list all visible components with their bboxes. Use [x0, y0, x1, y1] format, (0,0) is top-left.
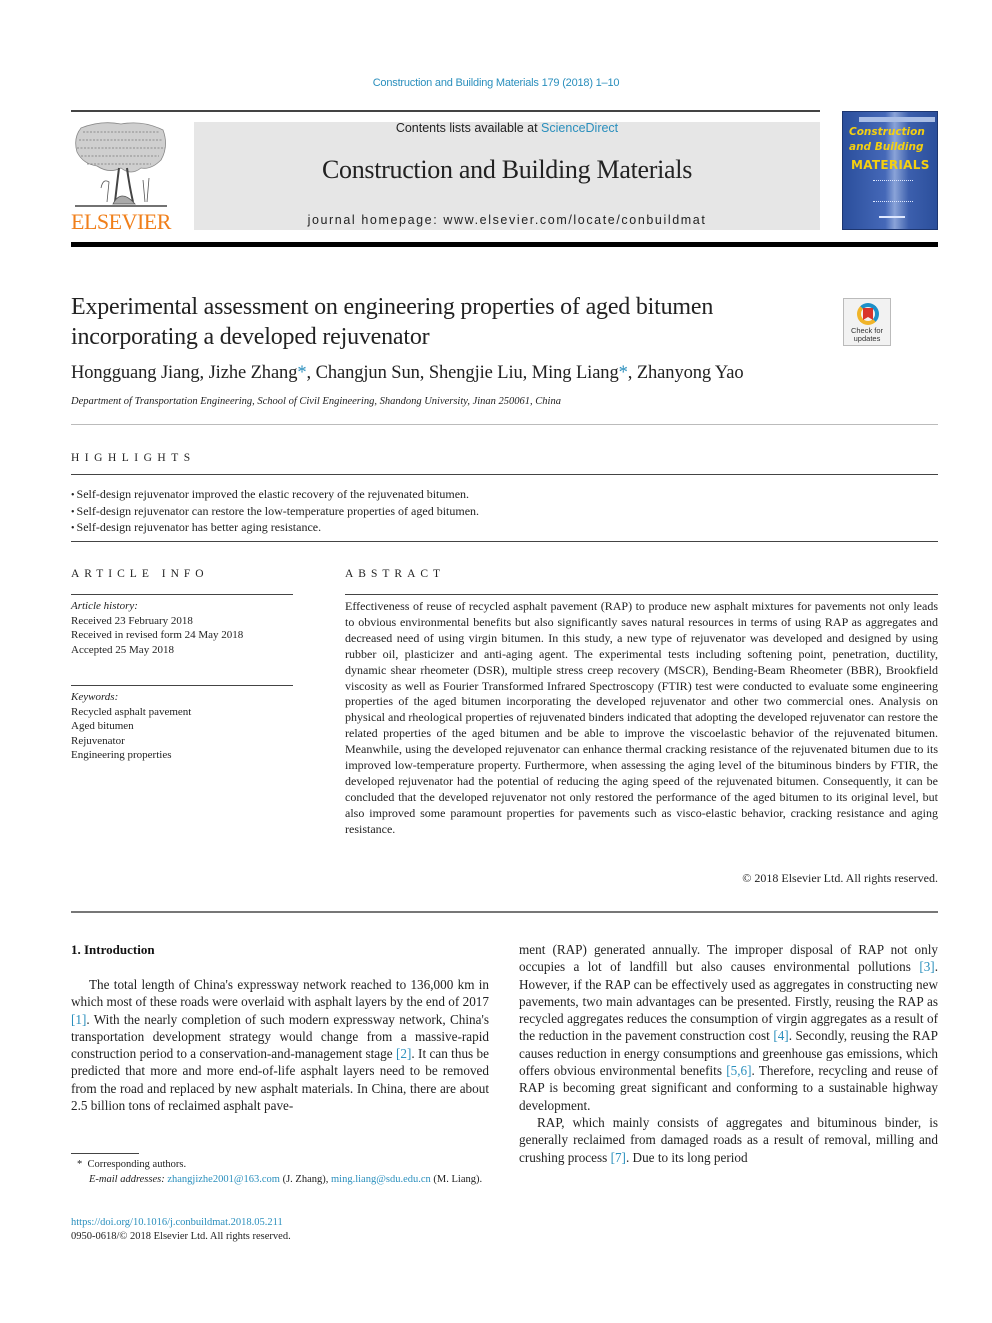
- keywords: Keywords: Recycled asphalt pavement Aged…: [71, 690, 293, 763]
- highlights-bottom-rule: [71, 541, 938, 542]
- keyword: Aged bitumen: [71, 720, 134, 732]
- cover-title-line-2: and Building: [849, 141, 924, 153]
- paragraph: The total length of China's expressway n…: [71, 976, 489, 1114]
- highlights-heading-rule: [71, 474, 938, 475]
- email-link[interactable]: ming.liang@sdu.edu.cn: [331, 1174, 431, 1185]
- abstract-text: Effectiveness of reuse of recycled aspha…: [345, 599, 938, 836]
- cover-footer: [879, 216, 905, 218]
- body-separator-rule: [71, 911, 938, 913]
- citation-link[interactable]: [4]: [773, 1028, 788, 1043]
- text-run: ment (RAP) generated annually. The impro…: [519, 942, 938, 975]
- author-name[interactable]: Hongguang Jiang: [71, 363, 200, 383]
- tree-icon: [75, 122, 167, 207]
- journal-cover-thumbnail[interactable]: Construction and Building MATERIALS: [842, 111, 938, 230]
- article-history-label: Article history:: [71, 600, 138, 612]
- article-history: Article history: Received 23 February 20…: [71, 599, 293, 657]
- text-run: The total length of China's expressway n…: [71, 977, 489, 1010]
- check-updates-label-line-2: updates: [853, 334, 881, 343]
- cover-subtitle: [873, 180, 913, 202]
- keywords-label: Keywords:: [71, 691, 119, 703]
- highlight-item: Self-design rejuvenator has better aging…: [71, 520, 938, 537]
- cover-header-strip: [859, 117, 935, 122]
- footnotes: * Corresponding authors. E-mail addresse…: [71, 1157, 491, 1187]
- abstract-copyright: © 2018 Elsevier Ltd. All rights reserved…: [742, 871, 938, 885]
- citation-link[interactable]: [2]: [396, 1046, 411, 1061]
- author-name[interactable]: Shengjie Liu: [429, 363, 523, 383]
- highlights-list: Self-design rejuvenator improved the ela…: [71, 487, 938, 537]
- header-thick-rule: [71, 242, 938, 247]
- email-footnote: E-mail addresses: zhangjizhe2001@163.com…: [71, 1172, 491, 1187]
- author-name[interactable]: Zhanyong Yao: [637, 363, 744, 383]
- journal-reference-link[interactable]: Construction and Building Materials 179 …: [0, 77, 992, 89]
- elsevier-wordmark: ELSEVIER: [71, 209, 171, 234]
- email-link[interactable]: zhangjizhe2001@163.com: [167, 1174, 280, 1185]
- cover-title-line-1: Construction: [849, 126, 925, 138]
- issn-copyright: 0950-0618/© 2018 Elsevier Ltd. All right…: [71, 1231, 291, 1242]
- text-run: . Due to its long period: [625, 1149, 748, 1165]
- corresponding-author-marker[interactable]: *: [619, 363, 628, 383]
- footnote-rule: [71, 1153, 139, 1154]
- footnote-text: Corresponding authors.: [87, 1159, 187, 1170]
- paragraph: ment (RAP) generated annually. The impro…: [519, 941, 938, 1114]
- article-title: Experimental assessment on engineering p…: [71, 294, 714, 350]
- journal-homepage-line: journal homepage: www.elsevier.com/locat…: [194, 213, 820, 227]
- author-name[interactable]: Jizhe Zhang: [209, 363, 298, 383]
- abstract-rule: [345, 594, 938, 595]
- keyword: Engineering properties: [71, 749, 172, 761]
- cover-title-line-3: MATERIALS: [851, 158, 930, 172]
- email-owner: (M. Liang).: [430, 1174, 483, 1185]
- highlight-item: Self-design rejuvenator improved the ela…: [71, 487, 938, 504]
- email-label: E-mail addresses:: [89, 1174, 165, 1185]
- keyword: Rejuvenator: [71, 734, 125, 747]
- author-name[interactable]: Changjun Sun: [316, 363, 420, 383]
- body-column-right: ment (RAP) generated annually. The impro…: [519, 941, 938, 1166]
- header-top-rule: [71, 110, 820, 112]
- check-updates-label: Check for updates: [844, 327, 890, 343]
- affiliation: Department of Transportation Engineering…: [71, 396, 561, 407]
- keyword: Recycled asphalt pavement: [71, 705, 192, 718]
- keywords-rule: [71, 685, 293, 686]
- email-owner: (J. Zhang),: [279, 1174, 331, 1185]
- author-list: Hongguang Jiang, Jizhe Zhang*, Changjun …: [71, 363, 744, 383]
- article-info-heading: ARTICLE INFO: [71, 568, 209, 580]
- check-for-updates-button[interactable]: Check for updates: [843, 298, 891, 346]
- doi-link[interactable]: https://doi.org/10.1016/j.conbuildmat.20…: [71, 1217, 283, 1228]
- corresponding-author-marker[interactable]: *: [297, 363, 306, 383]
- citation-link[interactable]: [5,6]: [726, 1063, 751, 1078]
- homepage-prefix: journal homepage:: [307, 213, 444, 227]
- highlight-item: Self-design rejuvenator can restore the …: [71, 504, 938, 521]
- citation-link[interactable]: [3]: [919, 959, 934, 974]
- footnote-marker: *: [77, 1159, 83, 1170]
- section-heading-introduction: 1. Introduction: [71, 942, 155, 957]
- body-column-left: The total length of China's expressway n…: [71, 976, 489, 1114]
- journal-title: Construction and Building Materials: [321, 155, 693, 184]
- sciencedirect-link[interactable]: ScienceDirect: [541, 121, 618, 135]
- abstract-heading: ABSTRACT: [345, 568, 446, 580]
- citation-link[interactable]: [7]: [611, 1150, 626, 1165]
- corresponding-footnote: * Corresponding authors.: [71, 1157, 491, 1172]
- article-info-rule: [71, 594, 293, 595]
- contents-available-line: Contents lists available at ScienceDirec…: [194, 121, 820, 135]
- homepage-url[interactable]: www.elsevier.com/locate/conbuildmat: [443, 213, 706, 227]
- doi-block: https://doi.org/10.1016/j.conbuildmat.20…: [71, 1216, 491, 1244]
- author-name[interactable]: Ming Liang: [532, 363, 619, 383]
- contents-prefix: Contents lists available at: [395, 121, 542, 135]
- paragraph: RAP, which mainly consists of aggregates…: [519, 1114, 938, 1166]
- history-entry: Received 23 February 2018: [71, 614, 193, 627]
- citation-link[interactable]: [1]: [71, 1012, 86, 1027]
- highlights-heading: HIGHLIGHTS: [71, 452, 196, 464]
- highlights-top-rule: [71, 424, 938, 425]
- history-entry: Accepted 25 May 2018: [71, 643, 174, 656]
- history-entry: Received in revised form 24 May 2018: [71, 629, 244, 641]
